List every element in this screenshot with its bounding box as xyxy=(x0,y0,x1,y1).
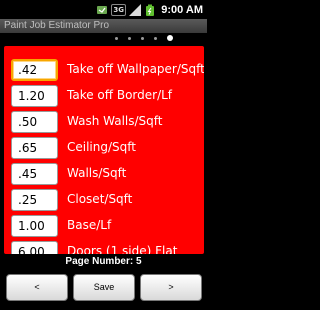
rate-row: 6.00 Doors (1 side) Flat xyxy=(4,241,204,254)
wallpaper-rate-input[interactable]: .42 xyxy=(11,59,58,81)
wash-walls-rate-label: Wash Walls/Sqft xyxy=(67,114,163,128)
rate-row: 1.20 Take off Border/Lf xyxy=(4,85,204,109)
walls-rate-input[interactable]: .45 xyxy=(11,163,58,185)
signal-icon xyxy=(129,3,142,16)
app-title: Paint Job Estimator Pro xyxy=(4,20,110,31)
title-bar: Paint Job Estimator Pro xyxy=(0,19,207,33)
page-indicator xyxy=(0,33,207,43)
doors-rate-label: Doors (1 side) Flat xyxy=(67,244,178,254)
wash-walls-rate-input[interactable]: .50 xyxy=(11,111,58,133)
status-icons: 3G 9:00 AM xyxy=(96,2,203,17)
border-rate-input[interactable]: 1.20 xyxy=(11,85,58,107)
network-type-icon: 3G xyxy=(111,3,127,16)
closet-rate-label: Closet/Sqft xyxy=(67,192,133,206)
base-rate-label: Base/Lf xyxy=(67,218,112,232)
ceiling-rate-input[interactable]: .65 xyxy=(11,137,58,159)
page-dot xyxy=(114,36,118,40)
button-bar: < Save > xyxy=(0,270,207,310)
battery-icon xyxy=(144,4,156,16)
rate-row: .45 Walls/Sqft xyxy=(4,163,204,187)
walls-rate-label: Walls/Sqft xyxy=(67,166,127,180)
rate-row: .42 Take off Wallpaper/Sqft xyxy=(4,59,204,83)
base-rate-input[interactable]: 1.00 xyxy=(11,215,58,237)
border-rate-label: Take off Border/Lf xyxy=(67,88,173,102)
page-dot-active xyxy=(166,35,173,41)
page-number: Page Number: 5 xyxy=(65,256,142,267)
save-button[interactable]: Save xyxy=(73,274,135,301)
previous-page-button[interactable]: < xyxy=(6,274,68,301)
rate-row: .50 Wash Walls/Sqft xyxy=(4,111,204,135)
page-dot xyxy=(153,36,157,40)
rates-panel[interactable]: .42 Take off Wallpaper/Sqft 1.20 Take of… xyxy=(4,46,204,254)
status-bar: 3G 9:00 AM xyxy=(0,0,207,19)
wallpaper-rate-label: Take off Wallpaper/Sqft xyxy=(67,62,204,76)
notification-icon xyxy=(96,4,108,16)
closet-rate-input[interactable]: .25 xyxy=(11,189,58,211)
ceiling-rate-label: Ceiling/Sqft xyxy=(67,140,136,154)
page-dot xyxy=(127,36,131,40)
page-dot xyxy=(140,36,144,40)
clock: 9:00 AM xyxy=(161,3,203,16)
rate-row: 1.00 Base/Lf xyxy=(4,215,204,239)
rate-row: .65 Ceiling/Sqft xyxy=(4,137,204,161)
rate-row: .25 Closet/Sqft xyxy=(4,189,204,213)
next-page-button[interactable]: > xyxy=(140,274,202,301)
doors-rate-input[interactable]: 6.00 xyxy=(11,241,58,254)
